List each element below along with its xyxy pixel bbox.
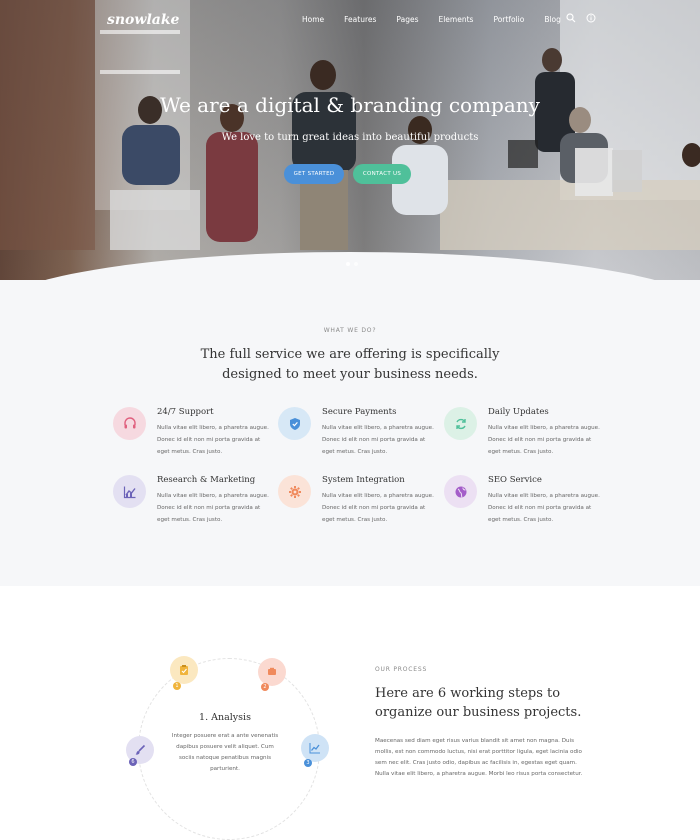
shield-icon <box>278 407 311 440</box>
chart-icon[interactable] <box>301 734 329 762</box>
hero-section: snowlake Home Features Pages Elements Po… <box>0 0 700 280</box>
service-text: Nulla vitae elit libero, a pharetra augu… <box>322 493 434 523</box>
slider-dot-2[interactable] <box>354 262 358 266</box>
step-text: Integer posuere erat a ante venenatis da… <box>171 733 279 772</box>
services-section: WHAT WE DO? The full service we are offe… <box>0 280 700 586</box>
step-title: 1. Analysis <box>199 712 251 723</box>
process-heading-line-1: Here are 6 working steps to <box>375 686 561 701</box>
process-eyebrow: OUR PROCESS <box>375 666 428 673</box>
step-number: 3 <box>304 759 312 767</box>
gear-icon[interactable] <box>258 658 286 686</box>
services-eyebrow: WHAT WE DO? <box>323 327 377 334</box>
service-title: Daily Updates <box>488 407 549 417</box>
gear-icon <box>278 475 311 508</box>
step-number: 6 <box>129 758 137 766</box>
main-nav: Home Features Pages Elements Portfolio B… <box>302 15 581 24</box>
search-icon[interactable] <box>566 13 576 26</box>
nav-item-pages[interactable]: Pages <box>396 15 418 24</box>
headset-icon <box>113 407 146 440</box>
get-started-button[interactable]: GET STARTED <box>284 164 344 184</box>
nav-icons <box>566 13 596 26</box>
service-text: Nulla vitae elit libero, a pharetra augu… <box>488 425 600 455</box>
nav-item-elements[interactable]: Elements <box>438 15 473 24</box>
refresh-icon <box>444 407 477 440</box>
nav-item-features[interactable]: Features <box>344 15 376 24</box>
nav-item-blog[interactable]: Blog <box>544 15 561 24</box>
service-title: 24/7 Support <box>157 407 214 417</box>
contact-us-button[interactable]: CONTACT US <box>353 164 411 184</box>
services-heading-line-1: The full service we are offering is spec… <box>200 347 500 362</box>
info-icon[interactable] <box>586 13 596 26</box>
hero-title: We are a digital & branding company <box>160 93 540 117</box>
services-heading-line-2: designed to meet your business needs. <box>222 367 478 382</box>
service-text: Nulla vitae elit libero, a pharetra augu… <box>157 493 269 523</box>
logo[interactable]: snowlake <box>107 12 179 28</box>
services-heading: The full service we are offering is spec… <box>0 345 700 385</box>
service-title: Secure Payments <box>322 407 397 417</box>
service-text: Nulla vitae elit libero, a pharetra augu… <box>488 493 600 523</box>
service-text: Nulla vitae elit libero, a pharetra augu… <box>322 425 434 455</box>
process-heading: Here are 6 working steps to organize our… <box>375 684 581 722</box>
step-number: 1 <box>173 682 181 690</box>
nav-item-portfolio[interactable]: Portfolio <box>493 15 524 24</box>
slider-dots <box>346 262 358 266</box>
slider-dot-1[interactable] <box>346 262 350 266</box>
hero-subtitle: We love to turn great ideas into beautif… <box>221 132 479 143</box>
clipboard-icon[interactable] <box>170 656 198 684</box>
service-title: Research & Marketing <box>157 475 256 485</box>
step-number: 2 <box>261 683 269 691</box>
globe-icon <box>444 475 477 508</box>
nav-item-home[interactable]: Home <box>302 15 324 24</box>
service-text: Nulla vitae elit libero, a pharetra augu… <box>157 425 269 455</box>
process-text: Maecenas sed diam eget risus varius blan… <box>375 738 583 777</box>
process-section: 1 2 3 6 1. Analysis Integer posuere erat… <box>0 586 700 840</box>
service-title: System Integration <box>322 475 405 485</box>
service-title: SEO Service <box>488 475 542 485</box>
chart-icon <box>113 475 146 508</box>
process-heading-line-2: organize our business projects. <box>375 705 582 720</box>
